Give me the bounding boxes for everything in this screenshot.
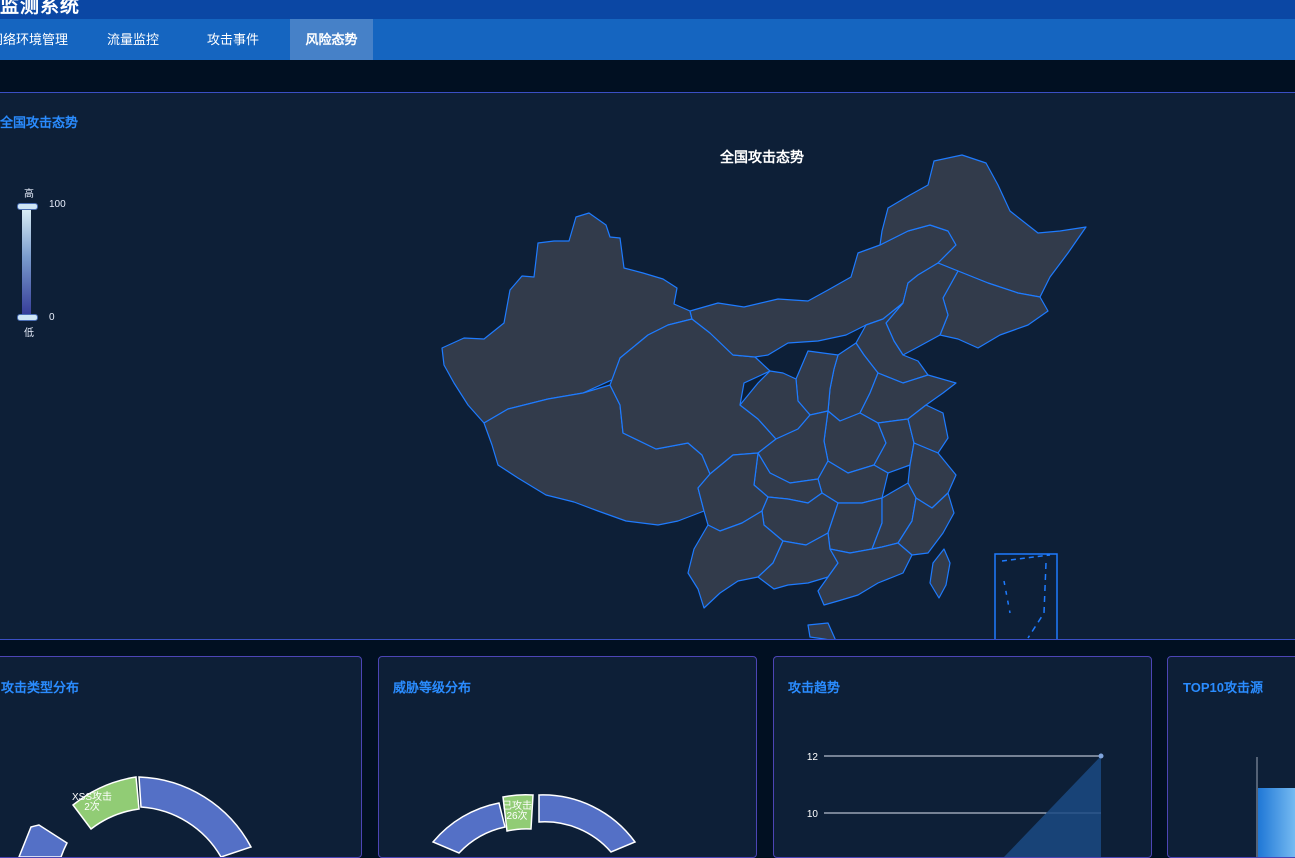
china-map-regions[interactable] xyxy=(441,154,1087,639)
y-tick-12: 12 xyxy=(807,752,819,763)
app-header: 监测系统 xyxy=(0,0,1295,19)
attack-type-distribution-card: 攻击类型分布 XSS攻击 2次 xyxy=(0,656,362,858)
donut-slice-blue-right[interactable] xyxy=(538,794,637,853)
attack-trend-chart[interactable]: 12 10 xyxy=(774,657,1151,857)
donut-slice-attacked-count: 26次 xyxy=(506,809,527,822)
attack-trend-card: 攻击趋势 12 10 xyxy=(773,656,1152,858)
trend-point[interactable] xyxy=(1098,753,1104,759)
threat-level-donut-chart[interactable]: 已攻击 26次 xyxy=(379,657,756,857)
tab-risk-situation[interactable]: 风险态势 xyxy=(290,19,373,60)
main-nav: 网络环境管理 流量监控 攻击事件 风险态势 xyxy=(0,19,1295,60)
national-attack-map-panel: 全国攻击态势 高 100 0 低 全国攻击态势 xyxy=(0,92,1295,640)
south-china-sea-inset xyxy=(994,553,1058,639)
spacer-band xyxy=(0,60,1295,92)
app-title: 监测系统 xyxy=(0,0,81,17)
y-tick-10: 10 xyxy=(807,809,819,820)
tab-network-environment[interactable]: 网络环境管理 xyxy=(0,19,80,60)
china-map[interactable] xyxy=(0,93,1295,639)
top10-bar-1[interactable] xyxy=(1258,788,1295,857)
attack-type-donut-chart[interactable]: XSS攻击 2次 xyxy=(0,657,361,857)
donut-slice-xss-count: 2次 xyxy=(84,800,100,813)
tab-traffic-monitor[interactable]: 流量监控 xyxy=(92,19,174,60)
donut-slice-blue-left[interactable] xyxy=(431,802,506,854)
tab-attack-events[interactable]: 攻击事件 xyxy=(192,19,274,60)
trend-area xyxy=(1004,756,1101,857)
donut-slice-blue[interactable] xyxy=(138,776,253,857)
donut-slice-left[interactable] xyxy=(18,824,68,857)
top10-attack-source-card: TOP10攻击源 xyxy=(1167,656,1295,858)
threat-level-distribution-card: 威胁等级分布 已攻击 26次 xyxy=(378,656,757,858)
top10-bar-chart[interactable] xyxy=(1168,657,1295,857)
donut-slice-xss[interactable] xyxy=(71,776,140,831)
